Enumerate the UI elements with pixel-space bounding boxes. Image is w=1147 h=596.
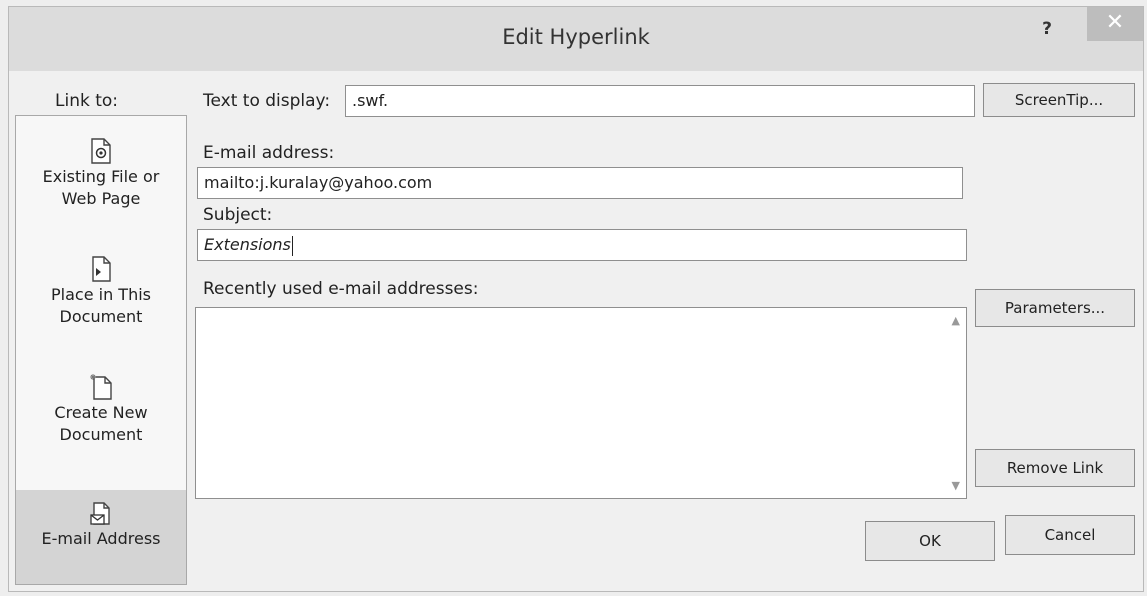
text-to-display-input[interactable]: .swf. <box>345 85 975 117</box>
link-to-place-in-document[interactable]: Place in This Document <box>16 256 186 328</box>
subject-value: Extensions <box>204 235 291 254</box>
link-to-email-line1: E-mail Address <box>41 529 161 548</box>
text-caret <box>291 235 293 256</box>
scroll-down-icon[interactable]: ▼ <box>952 479 960 492</box>
link-to-panel: Existing File or Web Page Place in This … <box>15 115 187 585</box>
link-to-place-line1: Place in This <box>51 285 151 304</box>
text-to-display-label: Text to display: <box>203 91 331 111</box>
recent-email-list[interactable]: ▲ ▼ <box>195 307 967 499</box>
bookmark-place-icon <box>92 256 111 282</box>
ok-button[interactable]: OK <box>865 521 995 561</box>
cancel-button[interactable]: Cancel <box>1005 515 1135 555</box>
scroll-up-icon[interactable]: ▲ <box>952 314 960 327</box>
link-to-existing-file-line2: Web Page <box>61 189 141 208</box>
subject-label: Subject: <box>203 205 273 225</box>
new-document-icon <box>90 374 112 400</box>
link-to-existing-file[interactable]: Existing File or Web Page <box>16 138 186 210</box>
edit-hyperlink-dialog: Edit Hyperlink ? ✕ Link to: Existing Fil… <box>8 6 1144 592</box>
subject-input[interactable]: Extensions <box>197 229 967 261</box>
parameters-button[interactable]: Parameters... <box>975 289 1135 327</box>
link-to-create-new-line1: Create New <box>54 403 148 422</box>
help-button[interactable]: ? <box>1035 17 1059 41</box>
link-to-place-line2: Document <box>59 307 143 326</box>
link-to-existing-file-line1: Existing File or <box>42 167 160 186</box>
link-to-label: Link to: <box>55 91 119 111</box>
close-button[interactable]: ✕ <box>1087 7 1143 41</box>
email-address-icon <box>90 502 110 525</box>
screentip-button[interactable]: ScreenTip... <box>983 83 1135 117</box>
email-address-label: E-mail address: <box>203 143 335 163</box>
title-bar: Edit Hyperlink ? ✕ <box>9 7 1143 71</box>
remove-link-button[interactable]: Remove Link <box>975 449 1135 487</box>
link-to-create-new-line2: Document <box>59 425 143 444</box>
file-web-icon <box>91 138 111 164</box>
link-to-create-new-document[interactable]: Create New Document <box>16 374 186 446</box>
recently-used-label: Recently used e-mail addresses: <box>203 279 479 299</box>
email-address-input[interactable]: mailto:j.kuralay@yahoo.com <box>197 167 963 199</box>
link-to-email-address[interactable]: E-mail Address <box>16 490 186 584</box>
dialog-title: Edit Hyperlink <box>502 25 650 49</box>
